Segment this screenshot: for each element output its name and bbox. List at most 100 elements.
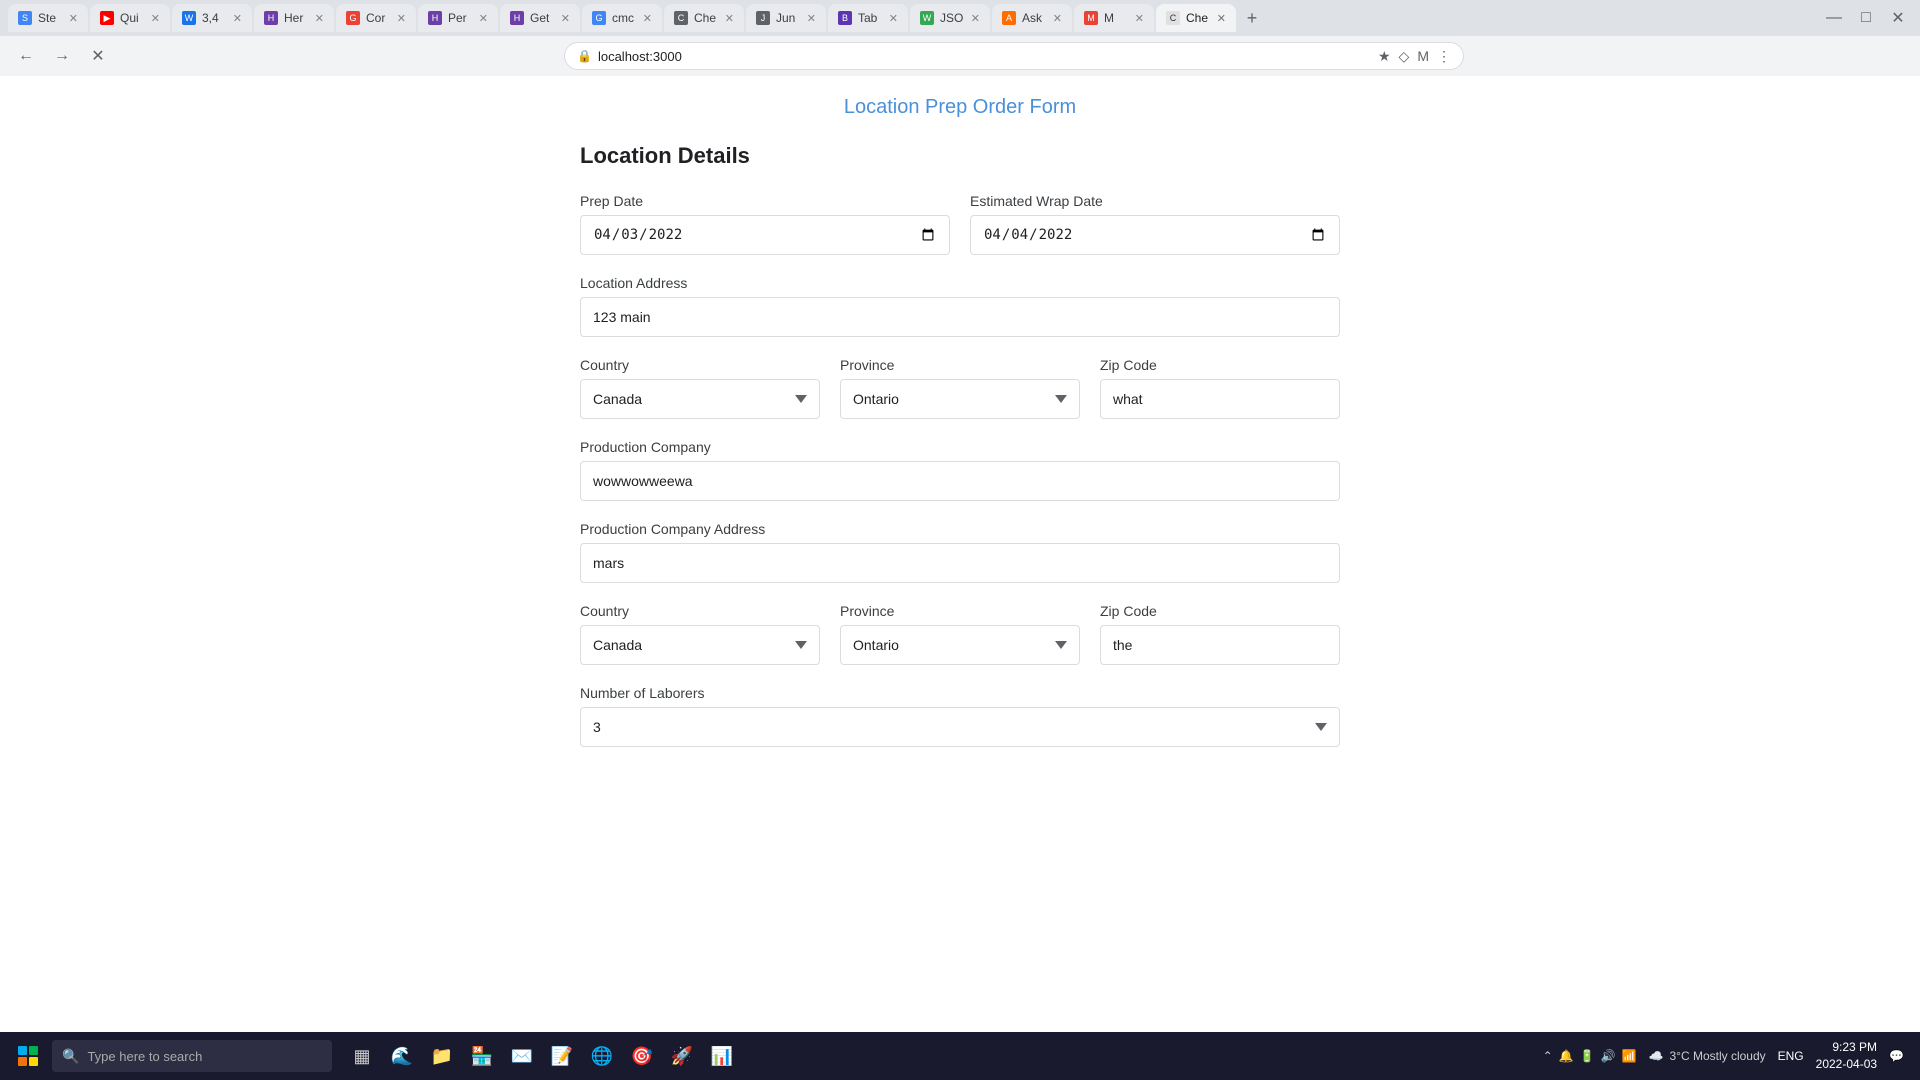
language-indicator: ENG [1778,1049,1804,1063]
tab-her[interactable]: H Her ✕ [254,4,334,32]
url-text: localhost:3000 [598,49,682,64]
province2-select[interactable]: Ontario Quebec British Columbia Alberta [840,625,1080,665]
date-display: 2022-04-03 [1816,1056,1877,1073]
tab-close-che1[interactable]: ✕ [725,12,734,25]
forward-button[interactable]: → [48,42,76,70]
extensions-icon[interactable]: ◇ [1399,48,1410,65]
zip-code2-label: Zip Code [1100,603,1340,619]
tab-close-qui[interactable]: ✕ [151,12,160,25]
production-company-address-row: Production Company Address [580,521,1340,583]
tab-ste[interactable]: S Ste ✕ [8,4,88,32]
form-container: Location Prep Order Form Location Detail… [560,96,1360,747]
tab-che-active[interactable]: C Che ✕ [1156,4,1236,32]
tab-close-jun[interactable]: ✕ [807,12,816,25]
zip-code-group: Zip Code [1100,357,1340,419]
tab-jso[interactable]: W JSO ✕ [910,4,990,32]
production-company-address-label: Production Company Address [580,521,1340,537]
production-company-address-group: Production Company Address [580,521,1340,583]
tab-per[interactable]: H Per ✕ [418,4,498,32]
province-label: Province [840,357,1080,373]
taskbar-search[interactable]: 🔍 Type here to search [52,1040,332,1072]
page-header: Location Prep Order Form [580,96,1340,119]
profile-icon[interactable]: M [1417,48,1429,64]
zip-code-label: Zip Code [1100,357,1340,373]
maximize-button[interactable]: □ [1852,4,1880,32]
production-company-label: Production Company [580,439,1340,455]
date-row: Prep Date Estimated Wrap Date [580,193,1340,255]
tab-close-jso[interactable]: ✕ [971,12,980,25]
taskbar-time[interactable]: 9:23 PM 2022-04-03 [1816,1039,1877,1073]
tab-close-get[interactable]: ✕ [561,12,570,25]
reload-button[interactable]: ✕ [84,42,112,70]
chevron-up-icon[interactable]: ⌃ [1543,1049,1553,1063]
tab-close-che-active[interactable]: ✕ [1217,12,1226,25]
tab-tab[interactable]: B Tab ✕ [828,4,908,32]
star-icon[interactable]: ★ [1378,48,1391,65]
close-window-button[interactable]: ✕ [1884,4,1912,32]
tab-close-her[interactable]: ✕ [315,12,324,25]
section-title: Location Details [580,143,1340,169]
tab-close-per[interactable]: ✕ [479,12,488,25]
edge-app[interactable]: 🌊 [384,1038,420,1074]
tab-ask[interactable]: A Ask ✕ [992,4,1072,32]
country2-group: Country Canada United States United King… [580,603,820,665]
location-address-input[interactable] [580,297,1340,337]
production-company-input[interactable] [580,461,1340,501]
province2-label: Province [840,603,1080,619]
wrap-date-input[interactable] [970,215,1340,255]
tab-close-ste[interactable]: ✕ [69,12,78,25]
tab-close-cmc[interactable]: ✕ [643,12,652,25]
tab-close-tab[interactable]: ✕ [889,12,898,25]
system-icons: ⌃ 🔔 🔋 🔊 📶 [1543,1049,1637,1063]
zip-code-input[interactable] [1100,379,1340,419]
tab-close-ask[interactable]: ✕ [1053,12,1062,25]
notification-icon[interactable]: 🔔 [1559,1049,1574,1063]
notification-center-button[interactable]: 💬 [1889,1049,1904,1063]
menu-icon[interactable]: ⋮ [1437,48,1451,65]
explorer-app[interactable]: 📁 [424,1038,460,1074]
back-button[interactable]: ← [12,42,40,70]
tab-close-34[interactable]: ✕ [233,12,242,25]
tab-jun[interactable]: J Jun ✕ [746,4,826,32]
production-company-address-input[interactable] [580,543,1340,583]
province-select[interactable]: Ontario Quebec British Columbia Alberta [840,379,1080,419]
tab-get[interactable]: H Get ✕ [500,4,580,32]
store-app[interactable]: 🏪 [464,1038,500,1074]
tab-34[interactable]: W 3,4 ✕ [172,4,252,32]
tab-cmc[interactable]: G cmc ✕ [582,4,662,32]
tab-cor[interactable]: G Cor ✕ [336,4,416,32]
tab-mail[interactable]: M M ✕ [1074,4,1154,32]
country-group: Country Canada United States United King… [580,357,820,419]
taskbar-apps: ▦ 🌊 📁 🏪 ✉️ 📝 🌐 🎯 🚀 📊 [344,1038,740,1074]
mail-app[interactable]: ✉️ [504,1038,540,1074]
minimize-button[interactable]: — [1820,4,1848,32]
production-company-row: Production Company [580,439,1340,501]
laborers-select[interactable]: 1 2 3 4 5 6 7 8 9 10 [580,707,1340,747]
word-app[interactable]: 📝 [544,1038,580,1074]
tab-close-mail[interactable]: ✕ [1135,12,1144,25]
zip-code2-input[interactable] [1100,625,1340,665]
location-address-row: Location Address [580,275,1340,337]
weather-text: 3°C Mostly cloudy [1669,1049,1765,1063]
prep-date-input[interactable] [580,215,950,255]
zip-code2-group: Zip Code [1100,603,1340,665]
volume-icon[interactable]: 🔊 [1601,1049,1616,1063]
taskbar-search-text: Type here to search [87,1049,202,1064]
tab-close-cor[interactable]: ✕ [397,12,406,25]
start-button[interactable] [8,1036,48,1076]
wifi-icon: 📶 [1622,1049,1637,1063]
app9[interactable]: 📊 [704,1038,740,1074]
address-bar[interactable]: 🔒 localhost:3000 ★ ◇ M ⋮ [564,42,1464,70]
tab-qui[interactable]: ▶ Qui ✕ [90,4,170,32]
laborers-label: Number of Laborers [580,685,1340,701]
app7[interactable]: 🎯 [624,1038,660,1074]
new-tab-button[interactable]: + [1238,4,1266,32]
tab-che1[interactable]: C Che ✕ [664,4,744,32]
country-select[interactable]: Canada United States United Kingdom [580,379,820,419]
country2-select[interactable]: Canada United States United Kingdom [580,625,820,665]
app8[interactable]: 🚀 [664,1038,700,1074]
battery-icon: 🔋 [1580,1049,1595,1063]
task-view-button[interactable]: ▦ [344,1038,380,1074]
chrome-app[interactable]: 🌐 [584,1038,620,1074]
time-display: 9:23 PM [1816,1039,1877,1056]
